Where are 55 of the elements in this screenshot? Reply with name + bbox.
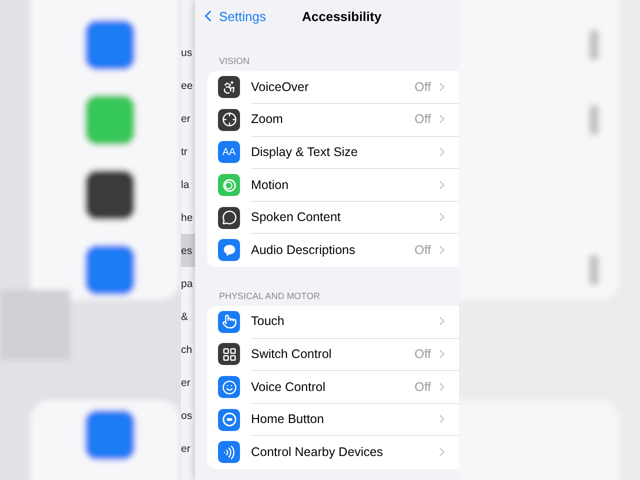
- background-list-item: tr: [181, 144, 188, 160]
- setting-label: Home Button: [251, 412, 325, 426]
- settings-row[interactable]: Motion: [207, 168, 459, 202]
- text-size-icon: AA: [222, 146, 236, 158]
- motion-icon: [222, 178, 236, 193]
- setting-label: Display & Text Size: [251, 144, 359, 159]
- signal-waves-icon: [222, 444, 236, 460]
- background-list-item: pa: [181, 276, 194, 292]
- background-list-item: es: [181, 234, 195, 267]
- settings-row[interactable]: Voice Control Off: [207, 370, 459, 404]
- background-list-item: er: [181, 442, 192, 456]
- back-button[interactable]: Settings: [199, 7, 266, 25]
- setting-value: Off: [414, 80, 431, 94]
- setting-value: Off: [414, 243, 431, 258]
- settings-row[interactable]: Home Button: [207, 403, 459, 436]
- speech-bubble-icon: [222, 210, 236, 226]
- settings-row[interactable]: VoiceOver Off: [207, 71, 459, 104]
- speech-bubble-icon: [222, 242, 236, 258]
- setting-label: Touch: [251, 314, 286, 328]
- background-list-item: la: [181, 178, 190, 192]
- background-list-item: us: [181, 46, 194, 60]
- background-list-item: os: [181, 408, 194, 424]
- setting-label: VoiceOver: [251, 80, 310, 94]
- settings-row[interactable]: Spoken Content: [207, 201, 459, 234]
- setting-value: Off: [414, 380, 431, 394]
- setting-label: Switch Control: [251, 346, 333, 361]
- setting-label: Control Nearby Devices: [251, 445, 384, 460]
- settings-row[interactable]: Control Nearby Devices: [207, 436, 459, 469]
- setting-label: Zoom: [251, 112, 284, 126]
- home-button-icon: [222, 412, 236, 428]
- setting-value: Off: [414, 112, 431, 126]
- settings-row[interactable]: AA Display & Text Size: [207, 136, 459, 169]
- setting-label: Spoken Content: [251, 210, 342, 224]
- section-header: PHYSICAL AND MOTOR: [218, 290, 322, 303]
- crosshair-icon: [222, 112, 236, 128]
- settings-row[interactable]: Touch: [207, 306, 459, 338]
- background-list-item: ee: [181, 78, 194, 94]
- setting-label: Audio Descriptions: [251, 243, 356, 258]
- grid-icon: [222, 346, 236, 362]
- pointing-hand-icon: [222, 314, 236, 330]
- setting-label: Voice Control: [251, 380, 326, 394]
- face-bubble-icon: [222, 380, 236, 395]
- settings-row[interactable]: Audio Descriptions Off: [207, 234, 459, 267]
- background-list-item: er: [181, 376, 192, 390]
- background-list-item: er: [181, 112, 192, 126]
- screen-title: Accessibility: [302, 8, 382, 24]
- setting-value: Off: [414, 346, 431, 361]
- settings-row[interactable]: Zoom Off: [207, 104, 459, 136]
- background-list-item: he: [181, 210, 194, 226]
- background-list-item: ch: [181, 342, 194, 358]
- settings-row[interactable]: Switch Control Off: [207, 338, 459, 371]
- section-header: VISION: [218, 55, 251, 68]
- background-list-item: &: [181, 310, 190, 324]
- setting-label: Motion: [251, 178, 290, 192]
- accessibility-icon: [222, 80, 236, 95]
